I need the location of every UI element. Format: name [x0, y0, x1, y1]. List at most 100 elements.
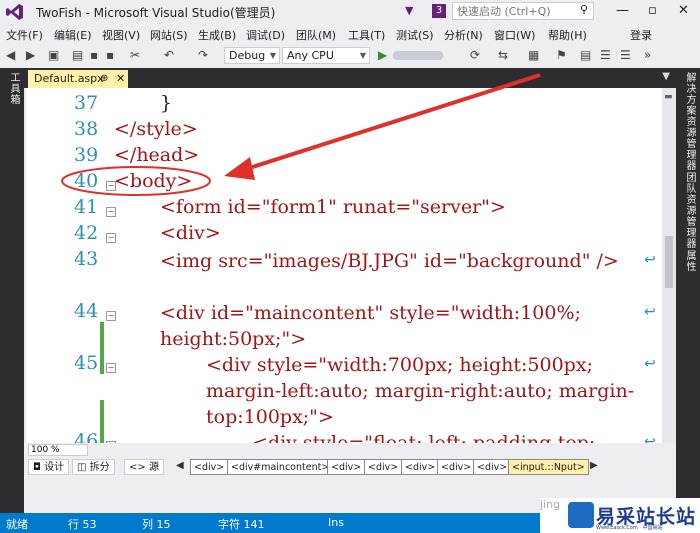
status-line: 行 53 [68, 518, 97, 531]
redo-icon[interactable]: ↷ [198, 48, 208, 62]
vertical-scrollbar[interactable]: ▬ [662, 88, 676, 443]
menu-edit[interactable]: 编辑(E) [54, 27, 92, 43]
browser-link-icon[interactable]: ⇆ [498, 48, 508, 62]
config-select[interactable]: Debug ▼ [224, 47, 280, 64]
code-line-37[interactable]: } [160, 92, 172, 114]
code-editor[interactable]: 37 38 39 40 41 42 43 44 45 46 − − − − − … [24, 88, 676, 443]
watermark-jing: jing [540, 498, 561, 511]
source-view-button[interactable]: <> 源 [124, 459, 164, 475]
undo-icon[interactable]: ↶ [164, 48, 174, 62]
close-window-button[interactable]: ✕ [678, 3, 689, 18]
word-wrap-icon: ↩ [644, 252, 656, 268]
document-tab-label: Default.aspx [34, 72, 104, 85]
minimize-button[interactable]: — [616, 3, 629, 18]
menu-build[interactable]: 生成(B) [198, 27, 236, 43]
platform-value: Any CPU [287, 49, 334, 62]
menu-team[interactable]: 团队(M) [296, 27, 336, 43]
breadcrumb-item[interactable]: <div> [190, 459, 229, 475]
split-icon: ◫ [77, 462, 90, 473]
status-char: 字符 141 [218, 518, 265, 531]
collapse-toggle[interactable]: − [106, 207, 116, 217]
breadcrumb-item[interactable]: <div> [364, 459, 403, 475]
breadcrumb-item[interactable]: <div> [437, 459, 476, 475]
menu-window[interactable]: 窗口(W) [494, 27, 535, 43]
breadcrumb-item-selected[interactable]: <input.::Nput> [508, 459, 589, 475]
maximize-button[interactable]: ▫ [648, 3, 657, 18]
format-icon[interactable]: ▤ [580, 48, 591, 62]
code-line-38[interactable]: </style> [114, 118, 198, 140]
toolbar: ◀ ▶ ▣ ▤ ▪ ▪ ✂ ↶ ↷ Debug ▼ Any CPU ▼ ▶ ⟳ … [0, 44, 700, 68]
toolbox-rail: 工具箱 [0, 68, 24, 513]
quick-launch-input[interactable]: 快速启动 (Ctrl+Q) [452, 2, 594, 20]
code-line-44[interactable]: <div id="maincontent" style="width:100%;… [160, 300, 640, 352]
document-tab-row: Default.aspx ⊕ ✕ ▼ [24, 68, 676, 88]
line-number: 41 [74, 196, 99, 218]
breadcrumb-item[interactable]: <div> [473, 459, 512, 475]
breadcrumb-item[interactable]: <div> [401, 459, 440, 475]
tab-dropdown-icon[interactable]: ▼ [662, 71, 670, 82]
split-view-button[interactable]: ◫ 拆分 [72, 459, 115, 475]
status-ready: 就绪 [6, 518, 28, 531]
zoom-select[interactable]: 100 % [28, 444, 88, 456]
right-rail: 解决方案资源管理器 团队资源管理器 属性 [676, 68, 700, 513]
forward-icon[interactable]: ▶ [26, 48, 35, 62]
document-tab[interactable]: Default.aspx ⊕ ✕ [28, 70, 128, 88]
save-icon[interactable]: ▪ [90, 48, 98, 62]
indent-icon[interactable]: ☰ [600, 48, 611, 62]
bookmark-icon[interactable]: ⚑ [556, 48, 567, 62]
editor-margin [24, 88, 26, 443]
title-bar: TwoFish - Microsoft Visual Studio(管理员) ▼… [0, 0, 700, 24]
login-link[interactable]: 登录 [630, 27, 652, 43]
menu-file[interactable]: 文件(F) [6, 27, 43, 43]
open-file-icon[interactable]: ▤ [72, 48, 83, 62]
menu-analyze[interactable]: 分析(N) [444, 27, 483, 43]
browser-target-blurred[interactable] [393, 51, 443, 60]
solution-explorer-tab[interactable]: 解决方案资源管理器 [682, 72, 697, 171]
team-explorer-tab[interactable]: 团队资源管理器 [682, 172, 697, 249]
pin-icon[interactable]: ⊕ [100, 70, 108, 88]
breadcrumb-item[interactable]: <div#maincontent> [227, 459, 334, 475]
refresh-icon[interactable]: ⟳ [470, 48, 480, 62]
search-icon[interactable]: ⚲ [580, 3, 588, 16]
outdent-icon[interactable]: ☰ [620, 48, 631, 62]
new-project-icon[interactable]: ▣ [48, 48, 59, 62]
code-line-40[interactable]: <body> [114, 170, 192, 192]
menu-debug[interactable]: 调试(D) [246, 27, 285, 43]
cut-icon[interactable]: ✂ [130, 48, 140, 62]
platform-select[interactable]: Any CPU ▼ [282, 47, 370, 64]
word-wrap-icon: ↩ [644, 356, 656, 372]
breadcrumb-item[interactable]: <div> [327, 459, 366, 475]
code-line-41[interactable]: <form id="form1" runat="server"> [160, 196, 506, 218]
menu-view[interactable]: 视图(V) [102, 27, 140, 43]
design-view-button[interactable]: ◘ 设计 [28, 459, 70, 475]
save-all-icon[interactable]: ▪ [106, 48, 114, 62]
breadcrumb-back-icon[interactable]: ◀ [176, 460, 184, 471]
menu-website[interactable]: 网站(S) [150, 27, 188, 43]
collapse-toggle[interactable]: − [106, 363, 116, 373]
change-marker [100, 322, 104, 374]
start-debugging-icon[interactable]: ▶ [378, 48, 387, 62]
properties-tab[interactable]: 属性 [682, 250, 697, 272]
filter-icon[interactable]: ▼ [405, 4, 413, 17]
toolbox-tab[interactable]: 工具箱 [6, 72, 21, 105]
close-icon[interactable]: ✕ [116, 70, 125, 88]
code-line-39[interactable]: </head> [114, 144, 199, 166]
back-icon[interactable]: ◀ [6, 48, 15, 62]
split-window-icon[interactable]: ▬ [664, 92, 673, 102]
scrollbar-thumb[interactable] [665, 236, 673, 288]
code-line-45[interactable]: <div style="width:700px; height:500px; m… [206, 352, 640, 430]
breadcrumb-forward-icon[interactable]: ▶ [590, 460, 598, 471]
line-number: 45 [74, 352, 99, 374]
collapse-toggle[interactable]: − [106, 311, 116, 321]
code-line-42[interactable]: <div> [160, 222, 221, 244]
menu-test[interactable]: 测试(S) [396, 27, 434, 43]
collapse-toggle[interactable]: − [106, 233, 116, 243]
comment-icon[interactable]: ▦ [528, 48, 539, 62]
code-line-46[interactable]: <div style="float: left; padding-top: 70… [252, 430, 652, 443]
menu-help[interactable]: 帮助(H) [548, 27, 587, 43]
line-number: 46 [74, 430, 99, 443]
overflow-icon[interactable]: » [644, 48, 651, 62]
notification-badge[interactable]: 3 [432, 4, 446, 18]
menu-tools[interactable]: 工具(T) [348, 27, 385, 43]
code-line-43[interactable]: <img src="images/BJ.JPG" id="background"… [160, 248, 640, 274]
